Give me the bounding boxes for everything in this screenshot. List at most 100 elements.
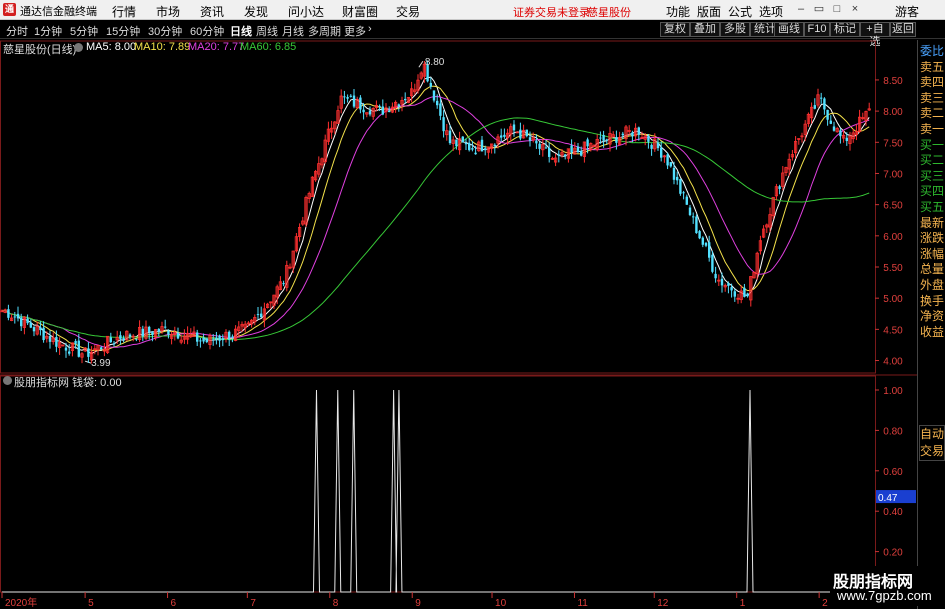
watermark-url: www.7gpzb.com <box>837 588 932 603</box>
side-item[interactable]: 买五 <box>919 200 945 215</box>
menu-formula[interactable]: 公式 <box>728 3 752 20</box>
guest-user[interactable]: 游客 <box>895 3 919 20</box>
candle-body <box>685 196 688 205</box>
side-item[interactable]: 净资 <box>919 309 945 324</box>
chart-canvas[interactable]: 8.50 8.00 7.50 7.00 6.50 6.00 5.50 5.00 4.50 4.00… <box>0 40 917 609</box>
draw-line-button[interactable]: 画线 <box>774 22 804 37</box>
side-item[interactable]: 委比 <box>919 44 945 59</box>
candle-body <box>711 254 714 272</box>
candle-body <box>167 330 170 335</box>
candle-body <box>228 331 231 340</box>
menu-item-wealth[interactable]: 财富圈 <box>342 3 378 20</box>
ma60-line <box>1 117 870 341</box>
period-timeshare[interactable]: 分时 <box>6 23 28 39</box>
multi-stock-button[interactable]: 多股 <box>720 22 750 37</box>
side-item[interactable]: 外盘 <box>919 278 945 293</box>
side-item[interactable]: 最新 <box>919 216 945 231</box>
period-weekly[interactable]: 周线 <box>256 23 278 39</box>
overlay-button[interactable]: 叠加 <box>690 22 720 37</box>
low-price-label: 3.99 <box>91 358 111 369</box>
candle-body <box>519 129 522 139</box>
candle-body <box>538 143 541 149</box>
price-tick-label: 6.00 <box>883 232 903 243</box>
candle-body <box>733 291 736 297</box>
candle-body <box>656 142 660 149</box>
side-item[interactable]: 卖三 <box>919 91 945 106</box>
period-monthly[interactable]: 月线 <box>282 23 304 39</box>
date-tick-label: 7 <box>250 598 256 609</box>
menu-options[interactable]: 选项 <box>759 3 783 20</box>
login-status[interactable]: 证券交易未登录 <box>513 4 590 20</box>
side-item[interactable]: 卖四 <box>919 75 945 90</box>
candle-body <box>746 293 749 297</box>
menu-item-discover[interactable]: 发现 <box>244 3 268 20</box>
restore-icon[interactable]: ▭ <box>812 2 826 16</box>
period-1min[interactable]: 1分钟 <box>34 23 62 39</box>
candle-body <box>77 340 80 357</box>
add-watchlist-button[interactable]: +自选 <box>860 22 890 48</box>
candle-body <box>231 336 234 338</box>
candle-body <box>16 313 20 319</box>
f10-button[interactable]: F10 <box>804 22 830 37</box>
candle-body <box>493 144 496 147</box>
side-item[interactable]: 涨幅 <box>919 247 945 262</box>
side-item[interactable]: 总量 <box>919 262 945 277</box>
auto-trade-label-2: 交易 <box>920 444 945 458</box>
candle-body <box>512 124 516 131</box>
mark-button[interactable]: 标记 <box>830 22 860 37</box>
collapse-indicator-icon[interactable] <box>3 376 12 385</box>
date-tick-label: 11 <box>577 598 588 609</box>
close-icon[interactable]: × <box>848 2 862 16</box>
period-15min[interactable]: 15分钟 <box>106 23 140 39</box>
side-item[interactable]: 买二 <box>919 153 945 168</box>
menu-item-ask[interactable]: 问小达 <box>288 3 324 20</box>
period-multi[interactable]: 多周期 <box>308 23 341 39</box>
menu-item-trade[interactable]: 交易 <box>396 3 420 20</box>
price-tick-label: 8.50 <box>883 76 903 87</box>
side-item[interactable]: 卖一 <box>919 122 945 137</box>
candle-body <box>404 98 407 101</box>
candle-body <box>672 167 676 180</box>
side-item[interactable]: 卖二 <box>919 106 945 121</box>
candle-body <box>397 104 400 107</box>
candle-body <box>682 192 685 194</box>
candle-body <box>669 162 672 167</box>
auto-trade-label-1: 自动 <box>920 427 945 441</box>
candle-body <box>820 97 823 99</box>
auto-trade-button[interactable]: 自动 交易 <box>919 425 945 461</box>
period-30min[interactable]: 30分钟 <box>148 23 182 39</box>
candle-body <box>256 314 260 316</box>
chevron-right-icon[interactable]: › <box>368 23 372 35</box>
side-item[interactable]: 买四 <box>919 184 945 199</box>
adjust-button[interactable]: 复权 <box>660 22 690 37</box>
candle-body <box>448 130 452 144</box>
minimize-icon[interactable]: – <box>794 2 808 16</box>
period-daily[interactable]: 日线 <box>230 23 252 39</box>
candle-body <box>388 110 391 113</box>
price-tick-label: 7.00 <box>883 169 903 180</box>
period-5min[interactable]: 5分钟 <box>70 23 98 39</box>
candle-body <box>164 326 167 328</box>
period-60min[interactable]: 60分钟 <box>190 23 224 39</box>
candle-body <box>29 322 32 328</box>
side-item[interactable]: 收益 <box>919 325 945 340</box>
back-button[interactable]: 返回 <box>890 22 916 37</box>
side-item[interactable]: 卖五 <box>919 60 945 75</box>
menu-item-market[interactable]: 市场 <box>156 3 180 20</box>
maximize-icon[interactable]: □ <box>830 2 844 16</box>
menu-item-quotes[interactable]: 行情 <box>112 3 136 20</box>
side-item[interactable]: 换手 <box>919 294 945 309</box>
menu-functions[interactable]: 功能 <box>666 3 690 20</box>
candle-body <box>378 105 381 107</box>
menu-layout[interactable]: 版面 <box>697 3 721 20</box>
side-item[interactable]: 涨跌 <box>919 231 945 246</box>
candle-body <box>260 313 263 318</box>
period-more[interactable]: 更多 <box>344 23 366 39</box>
current-stock-name[interactable]: 慈星股份 <box>587 4 631 20</box>
menu-item-news[interactable]: 资讯 <box>200 3 224 20</box>
side-item[interactable]: 买一 <box>919 138 945 153</box>
candle-body <box>343 96 346 98</box>
candle-body <box>87 348 90 357</box>
side-item[interactable]: 买三 <box>919 169 945 184</box>
ma20-line <box>1 95 870 348</box>
